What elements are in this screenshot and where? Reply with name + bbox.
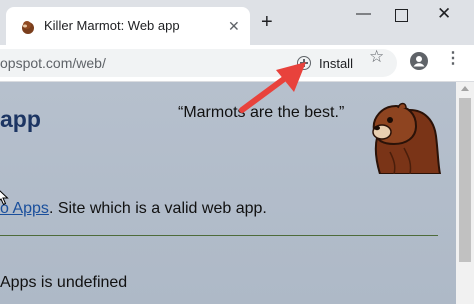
browser-toolbar: opspot.com/web/ Install ☆ ⋮ (0, 45, 474, 82)
tab-strip: Killer Marmot: Web app ✕ + — ✕ (0, 0, 474, 45)
menu-icon[interactable]: ⋮ (445, 51, 461, 67)
plus-icon[interactable]: + (261, 12, 273, 32)
scroll-thumb[interactable] (459, 98, 471, 262)
maximize-icon[interactable] (395, 9, 408, 22)
address-bar[interactable]: opspot.com/web/ Install (0, 49, 397, 77)
description-text: . Site which is a valid web app. (48, 200, 267, 217)
description-line: o Apps. Site which is a valid web app. (0, 200, 267, 218)
star-icon[interactable]: ☆ (369, 47, 384, 67)
tab-title: Killer Marmot: Web app (44, 18, 180, 33)
browser-tab[interactable]: Killer Marmot: Web app ✕ (6, 7, 250, 45)
url-text[interactable]: opspot.com/web/ (0, 55, 106, 71)
page-heading: app (0, 106, 41, 132)
profile-icon[interactable] (410, 52, 428, 70)
annotation-arrow (239, 62, 306, 113)
scroll-up-arrow-icon[interactable] (461, 86, 469, 91)
vertical-scrollbar[interactable] (456, 82, 474, 304)
marmot-logo (372, 102, 442, 174)
status-line: Apps is undefined (0, 274, 128, 291)
install-label: Install (319, 55, 353, 71)
close-icon[interactable]: ✕ (228, 19, 240, 33)
mouse-cursor-icon (0, 190, 9, 206)
page-content: app “Marmots are the best.” o Apps. Site… (0, 82, 456, 304)
marmot-favicon-icon (22, 21, 34, 34)
minimize-icon[interactable]: — (356, 4, 371, 24)
divider (0, 235, 438, 236)
close-window-icon[interactable]: ✕ (437, 4, 451, 24)
